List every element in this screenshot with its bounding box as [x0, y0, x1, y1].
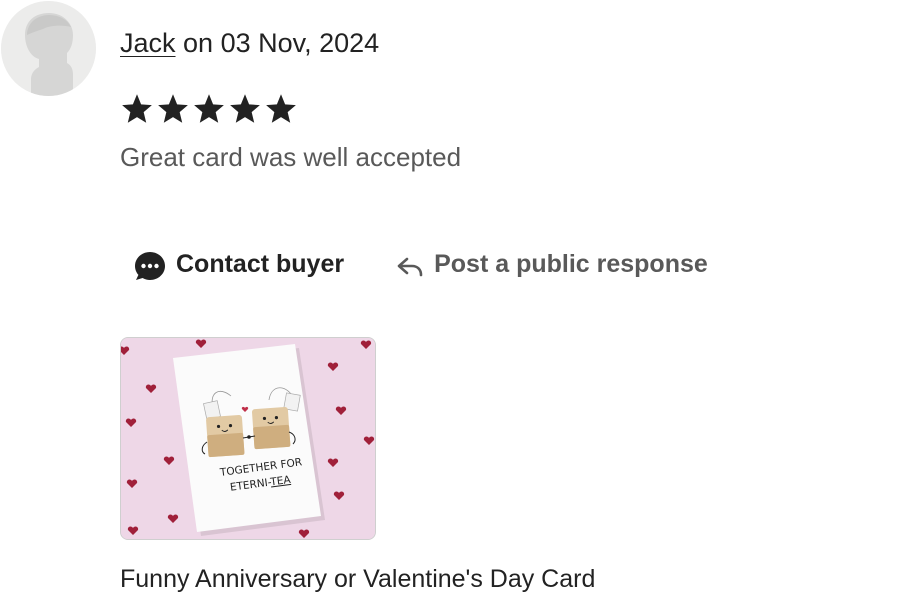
reviewer-avatar[interactable]: [1, 1, 96, 96]
star-icon: [192, 92, 226, 126]
contact-buyer-label: Contact buyer: [176, 249, 345, 278]
review-header: Jack on 03 Nov, 2024: [120, 26, 379, 60]
review-card: Jack on 03 Nov, 2024 Great card was well…: [0, 0, 922, 598]
star-rating: [120, 92, 298, 126]
default-avatar-icon: [1, 1, 96, 96]
product-title-link[interactable]: Funny Anniversary or Valentine's Day Car…: [120, 563, 595, 595]
star-icon: [264, 92, 298, 126]
review-actions: Contact buyer Post a public response: [134, 244, 708, 284]
review-text: Great card was well accepted: [120, 142, 462, 172]
post-public-response-label: Post a public response: [434, 249, 708, 278]
review-date: on 03 Nov, 2024: [175, 28, 380, 58]
star-icon: [120, 92, 154, 126]
chat-bubble-icon: [134, 251, 166, 281]
reply-arrow-icon: [396, 256, 424, 278]
post-public-response-button[interactable]: Post a public response: [396, 250, 708, 279]
star-icon: [156, 92, 190, 126]
product-photo: TOGETHER FOR ETERNI-TEA: [121, 338, 375, 539]
star-icon: [228, 92, 262, 126]
reviewer-name-link[interactable]: Jack: [120, 28, 176, 58]
product-thumbnail[interactable]: TOGETHER FOR ETERNI-TEA: [120, 337, 376, 540]
contact-buyer-button[interactable]: Contact buyer: [134, 247, 344, 281]
